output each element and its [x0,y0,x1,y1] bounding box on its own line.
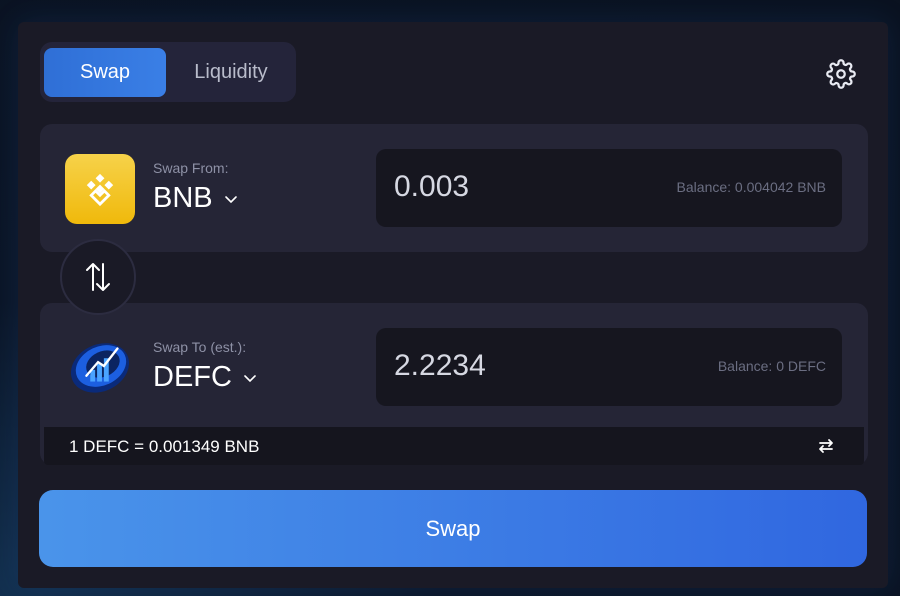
settings-button[interactable] [824,57,858,91]
defc-logo-icon [65,331,135,401]
tab-liquidity[interactable]: Liquidity [170,48,292,97]
swap-to-panel: Swap To (est.): DEFC Balance: 0 DEFC 1 D… [40,303,868,465]
exchange-rate-bar: 1 DEFC = 0.001349 BNB [44,427,864,465]
to-balance: Balance: 0 DEFC [717,358,826,374]
to-amount-input[interactable] [392,348,596,384]
gear-icon [826,59,856,89]
to-token-symbol: DEFC [153,361,232,393]
rate-invert-button[interactable] [814,434,838,458]
from-token-selector[interactable]: BNB [153,182,239,215]
swap-to-label: Swap To (est.): [153,339,247,355]
from-balance: Balance: 0.004042 BNB [676,179,826,195]
from-amount-box: Balance: 0.004042 BNB [376,149,842,227]
from-amount-input[interactable] [392,169,596,205]
swap-from-label: Swap From: [153,160,229,176]
chevron-down-icon [244,374,256,382]
swap-submit-button[interactable]: Swap [39,490,867,567]
to-token-selector[interactable]: DEFC [153,361,258,394]
to-amount-box: Balance: 0 DEFC [376,328,842,406]
swap-horizontal-arrows-icon [819,439,833,453]
swap-vertical-arrows-icon [86,263,110,291]
swap-card: Swap Liquidity Swap From: BNB 0.003 Bala… [18,22,888,588]
from-token-symbol: BNB [153,182,213,214]
tab-swap[interactable]: Swap [44,48,166,97]
chevron-down-icon [224,195,237,203]
swap-from-panel: Swap From: BNB Balance: 0.004042 BNB [40,124,868,252]
exchange-rate-text: 1 DEFC = 0.001349 BNB [69,437,260,456]
bnb-logo-icon [65,154,135,224]
mode-tabs: Swap Liquidity [40,42,296,102]
switch-direction-button[interactable] [60,239,136,315]
